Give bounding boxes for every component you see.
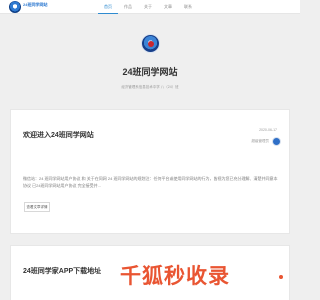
emblem-center-icon	[148, 41, 154, 47]
top-navigation-bar: 24班同学网站 首页 作品 关于 文章 联系	[0, 0, 300, 14]
author-avatar	[272, 137, 281, 146]
post-title[interactable]: 欢迎进入24班同学网站	[23, 130, 94, 140]
post-card: 欢迎进入24班同学网站 2020-06-17 超级管理员 微信站：24 班同学网…	[10, 109, 290, 234]
nav-item-works[interactable]: 作品	[118, 0, 138, 14]
site-description: 经济管理系信息技术中学 八（24）班	[121, 85, 179, 89]
read-more-button[interactable]: 查看文章详情	[24, 202, 50, 212]
post-title[interactable]: 24班同学家APP下载地址	[23, 266, 101, 276]
site-logo[interactable]: 24班同学网站	[9, 1, 59, 13]
watermark-dot-icon	[279, 275, 283, 279]
nav-item-contact[interactable]: 联系	[178, 0, 198, 14]
nav-item-articles[interactable]: 文章	[158, 0, 178, 14]
site-title: 24班同学网站	[122, 67, 178, 77]
site-emblem-avatar	[141, 34, 160, 53]
watermark-text: 千狐秒收录	[120, 264, 230, 288]
post-date: 2020-06-17	[259, 128, 277, 132]
logo-text: 24班同学网站	[23, 2, 48, 7]
nav-item-about[interactable]: 关于	[138, 0, 158, 14]
post-author: 超级管理员	[251, 139, 270, 143]
main-navigation: 首页 作品 关于 文章 联系	[98, 0, 198, 14]
logo-emblem-icon	[9, 1, 21, 13]
post-excerpt: 微信站：24 班同学网站用户协议 和 关于在同网 24 班同学网站的规划注：任何…	[23, 176, 278, 188]
nav-item-home[interactable]: 首页	[98, 0, 118, 14]
